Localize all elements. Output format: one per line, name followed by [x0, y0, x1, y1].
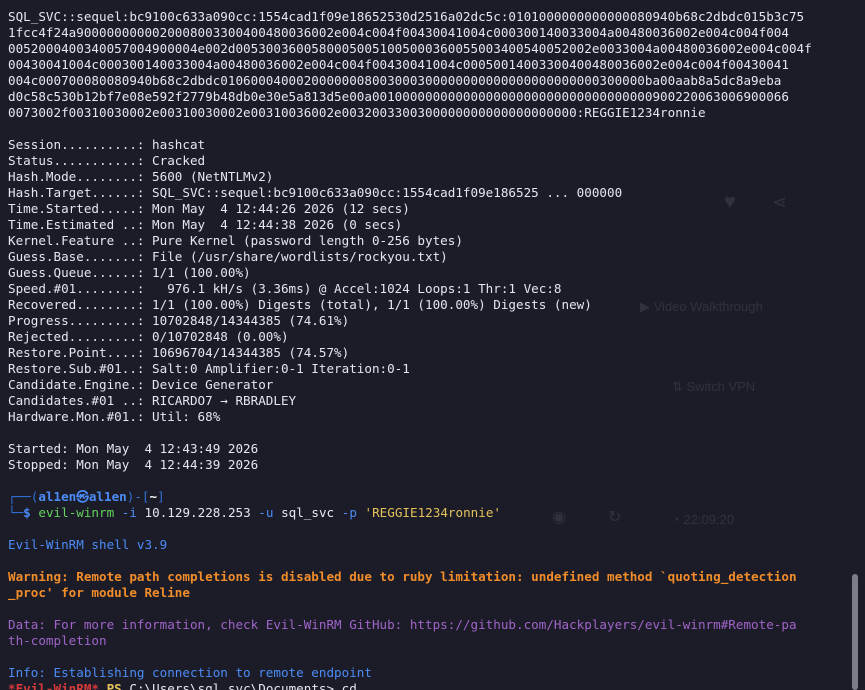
status-line: Hardware.Mon.#01.: Util: 68%: [8, 409, 221, 424]
shell-prompt-header: ┌──(al1en㉿al1en)-[~]: [8, 489, 165, 504]
hash-line: 1fcc4f24a9000000000020008003300400480036…: [8, 25, 789, 40]
winrm-prompt-label: *Evil-WinRM*: [8, 681, 99, 690]
flag-i: -i: [121, 505, 137, 520]
status-line: Time.Estimated ..: Mon May 4 12:44:38 20…: [8, 217, 403, 232]
status-line: Restore.Sub.#01..: Salt:0 Amplifier:0-1 …: [8, 361, 410, 376]
prompt-dollar: $: [23, 505, 31, 520]
status-line: Recovered........: 1/1 (100.00%) Digests…: [8, 297, 592, 312]
hash-output: SQL_SVC::sequel:bc9100c633a090cc:1554cad…: [8, 9, 853, 121]
winrm-prompt-line[interactable]: *Evil-WinRM* PS C:\Users\sql_svc\Documen…: [8, 681, 853, 690]
status-line: Time.Started.....: Mon May 4 12:44:26 20…: [8, 201, 410, 216]
prompt-cwd: ~: [149, 489, 158, 504]
winrm-prompt-ps: PS: [106, 681, 122, 690]
hash-line: d0c58c530b12bf7e08e592f2779b48db0e30e5a8…: [8, 89, 789, 104]
winrm-prompt-path: C:\Users\sql_svc\Documents> cd: [129, 681, 357, 690]
terminal-window[interactable]: ♥ ⋖ ▶ Video Walkthrough ⇅ Switch VPN ◉ ↻…: [0, 0, 865, 690]
hash-line: 004c000700080080940b68c2dbdc010600040002…: [8, 73, 782, 88]
hashcat-status-block: Session..........: hashcat Status.......…: [8, 137, 853, 425]
arg-user: sql_svc: [281, 505, 335, 520]
warning-line: _proc' for module Reline: [8, 585, 190, 600]
prompt-user-host: al1en㉿al1en: [38, 489, 127, 504]
flag-p: -p: [341, 505, 357, 520]
hash-line: 0073002f00310030002e00310030002e00310036…: [8, 105, 706, 120]
status-line: Hash.Mode........: 5600 (NetNTLMv2): [8, 169, 274, 184]
started-line: Started: Mon May 4 12:43:49 2026: [8, 441, 259, 456]
stopped-line: Stopped: Mon May 4 12:44:39 2026: [8, 457, 259, 472]
status-line: Progress.........: 10702848/14344385 (74…: [8, 313, 350, 328]
shell-command-line[interactable]: └─$ evil-winrm -i 10.129.228.253 -u sql_…: [8, 505, 853, 521]
arg-password: 'REGGIE1234ronnie': [364, 505, 501, 520]
status-line: Guess.Queue......: 1/1 (100.00%): [8, 265, 251, 280]
status-line: Candidate.Engine.: Device Generator: [8, 377, 274, 392]
command-name: evil-winrm: [38, 505, 115, 520]
status-line: Restore.Point....: 10696704/14344385 (74…: [8, 345, 350, 360]
terminal-output: SQL_SVC::sequel:bc9100c633a090cc:1554cad…: [8, 9, 853, 690]
status-line: Kernel.Feature ..: Pure Kernel (password…: [8, 233, 463, 248]
status-line: Hash.Target......: SQL_SVC::sequel:bc910…: [8, 185, 623, 200]
shell-banner: Evil-WinRM shell v3.9: [8, 537, 168, 552]
hash-line: 0052000400340057004900004e002d0053003600…: [8, 41, 812, 56]
flag-u: -u: [258, 505, 274, 520]
hash-line: 00430041004c000300140033004a00480036002e…: [8, 57, 789, 72]
hash-line: SQL_SVC::sequel:bc9100c633a090cc:1554cad…: [8, 9, 805, 24]
info-line: Info: Establishing connection to remote …: [8, 665, 372, 680]
status-line: Session..........: hashcat: [8, 137, 206, 152]
arg-ip: 10.129.228.253: [144, 505, 251, 520]
warning-line: Warning: Remote path completions is disa…: [8, 569, 797, 584]
hashcat-time-block: Started: Mon May 4 12:43:49 2026 Stopped…: [8, 441, 853, 473]
data-line: Data: For more information, check Evil-W…: [8, 617, 797, 632]
scrollbar-thumb[interactable]: [852, 574, 858, 690]
status-line: Candidates.#01 ..: RICARDO7 → RBRADLEY: [8, 393, 297, 408]
status-line: Status...........: Cracked: [8, 153, 206, 168]
status-line: Rejected.........: 0/10702848 (0.00%): [8, 329, 289, 344]
data-line: th-completion: [8, 633, 107, 648]
status-line: Guess.Base.......: File (/usr/share/word…: [8, 249, 448, 264]
status-line: Speed.#01........: 976.1 kH/s (3.36ms) @…: [8, 281, 562, 296]
